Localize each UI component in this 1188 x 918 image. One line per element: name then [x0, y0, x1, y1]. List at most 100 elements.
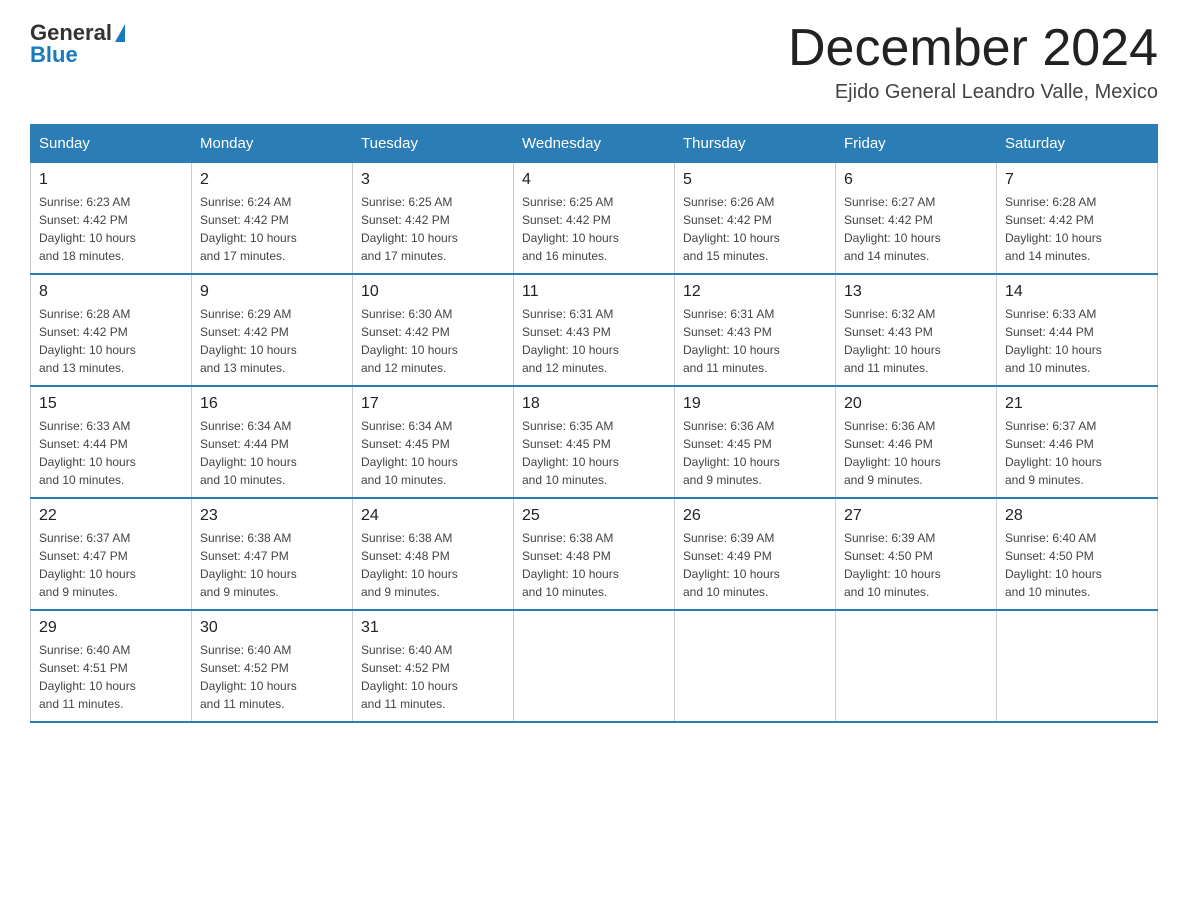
col-sunday: Sunday — [31, 125, 192, 163]
day-info: Sunrise: 6:38 AM Sunset: 4:48 PM Dayligh… — [361, 529, 505, 601]
table-row: 31 Sunrise: 6:40 AM Sunset: 4:52 PM Dayl… — [353, 610, 514, 722]
table-row: 19 Sunrise: 6:36 AM Sunset: 4:45 PM Dayl… — [675, 386, 836, 498]
logo-blue-text: Blue — [30, 42, 78, 68]
table-row — [675, 610, 836, 722]
logo: General Blue — [30, 20, 125, 68]
table-row: 16 Sunrise: 6:34 AM Sunset: 4:44 PM Dayl… — [192, 386, 353, 498]
day-number: 27 — [844, 507, 988, 525]
table-row: 2 Sunrise: 6:24 AM Sunset: 4:42 PM Dayli… — [192, 163, 353, 275]
col-thursday: Thursday — [675, 125, 836, 163]
table-row: 1 Sunrise: 6:23 AM Sunset: 4:42 PM Dayli… — [31, 163, 192, 275]
day-number: 10 — [361, 283, 505, 301]
day-number: 23 — [200, 507, 344, 525]
day-info: Sunrise: 6:38 AM Sunset: 4:47 PM Dayligh… — [200, 529, 344, 601]
day-info: Sunrise: 6:36 AM Sunset: 4:46 PM Dayligh… — [844, 417, 988, 489]
day-number: 22 — [39, 507, 183, 525]
table-row: 14 Sunrise: 6:33 AM Sunset: 4:44 PM Dayl… — [997, 274, 1158, 386]
day-number: 14 — [1005, 283, 1149, 301]
day-number: 13 — [844, 283, 988, 301]
day-info: Sunrise: 6:28 AM Sunset: 4:42 PM Dayligh… — [39, 305, 183, 377]
table-row: 23 Sunrise: 6:38 AM Sunset: 4:47 PM Dayl… — [192, 498, 353, 610]
day-info: Sunrise: 6:40 AM Sunset: 4:52 PM Dayligh… — [200, 641, 344, 713]
day-info: Sunrise: 6:38 AM Sunset: 4:48 PM Dayligh… — [522, 529, 666, 601]
month-title: December 2024 — [788, 20, 1158, 77]
day-number: 29 — [39, 619, 183, 637]
table-row: 5 Sunrise: 6:26 AM Sunset: 4:42 PM Dayli… — [675, 163, 836, 275]
day-number: 17 — [361, 395, 505, 413]
day-info: Sunrise: 6:26 AM Sunset: 4:42 PM Dayligh… — [683, 193, 827, 265]
day-info: Sunrise: 6:32 AM Sunset: 4:43 PM Dayligh… — [844, 305, 988, 377]
table-row: 30 Sunrise: 6:40 AM Sunset: 4:52 PM Dayl… — [192, 610, 353, 722]
day-info: Sunrise: 6:27 AM Sunset: 4:42 PM Dayligh… — [844, 193, 988, 265]
table-row — [997, 610, 1158, 722]
day-info: Sunrise: 6:24 AM Sunset: 4:42 PM Dayligh… — [200, 193, 344, 265]
day-number: 4 — [522, 171, 666, 189]
table-row — [836, 610, 997, 722]
table-row: 18 Sunrise: 6:35 AM Sunset: 4:45 PM Dayl… — [514, 386, 675, 498]
table-row: 22 Sunrise: 6:37 AM Sunset: 4:47 PM Dayl… — [31, 498, 192, 610]
table-row: 28 Sunrise: 6:40 AM Sunset: 4:50 PM Dayl… — [997, 498, 1158, 610]
day-info: Sunrise: 6:23 AM Sunset: 4:42 PM Dayligh… — [39, 193, 183, 265]
calendar-table: Sunday Monday Tuesday Wednesday Thursday… — [30, 124, 1158, 723]
day-number: 12 — [683, 283, 827, 301]
table-row — [514, 610, 675, 722]
day-number: 31 — [361, 619, 505, 637]
day-info: Sunrise: 6:25 AM Sunset: 4:42 PM Dayligh… — [361, 193, 505, 265]
col-monday: Monday — [192, 125, 353, 163]
day-info: Sunrise: 6:30 AM Sunset: 4:42 PM Dayligh… — [361, 305, 505, 377]
day-number: 20 — [844, 395, 988, 413]
col-wednesday: Wednesday — [514, 125, 675, 163]
table-row: 17 Sunrise: 6:34 AM Sunset: 4:45 PM Dayl… — [353, 386, 514, 498]
day-info: Sunrise: 6:31 AM Sunset: 4:43 PM Dayligh… — [522, 305, 666, 377]
day-info: Sunrise: 6:31 AM Sunset: 4:43 PM Dayligh… — [683, 305, 827, 377]
day-number: 25 — [522, 507, 666, 525]
day-info: Sunrise: 6:39 AM Sunset: 4:49 PM Dayligh… — [683, 529, 827, 601]
day-info: Sunrise: 6:25 AM Sunset: 4:42 PM Dayligh… — [522, 193, 666, 265]
day-number: 8 — [39, 283, 183, 301]
table-row: 27 Sunrise: 6:39 AM Sunset: 4:50 PM Dayl… — [836, 498, 997, 610]
title-block: December 2024 Ejido General Leandro Vall… — [788, 20, 1158, 104]
calendar-row: 22 Sunrise: 6:37 AM Sunset: 4:47 PM Dayl… — [31, 498, 1158, 610]
table-row: 25 Sunrise: 6:38 AM Sunset: 4:48 PM Dayl… — [514, 498, 675, 610]
day-info: Sunrise: 6:36 AM Sunset: 4:45 PM Dayligh… — [683, 417, 827, 489]
day-number: 15 — [39, 395, 183, 413]
day-info: Sunrise: 6:29 AM Sunset: 4:42 PM Dayligh… — [200, 305, 344, 377]
day-info: Sunrise: 6:28 AM Sunset: 4:42 PM Dayligh… — [1005, 193, 1149, 265]
day-info: Sunrise: 6:39 AM Sunset: 4:50 PM Dayligh… — [844, 529, 988, 601]
col-tuesday: Tuesday — [353, 125, 514, 163]
table-row: 9 Sunrise: 6:29 AM Sunset: 4:42 PM Dayli… — [192, 274, 353, 386]
day-info: Sunrise: 6:34 AM Sunset: 4:44 PM Dayligh… — [200, 417, 344, 489]
table-row: 15 Sunrise: 6:33 AM Sunset: 4:44 PM Dayl… — [31, 386, 192, 498]
day-number: 16 — [200, 395, 344, 413]
calendar-row: 8 Sunrise: 6:28 AM Sunset: 4:42 PM Dayli… — [31, 274, 1158, 386]
table-row: 12 Sunrise: 6:31 AM Sunset: 4:43 PM Dayl… — [675, 274, 836, 386]
day-number: 2 — [200, 171, 344, 189]
table-row: 20 Sunrise: 6:36 AM Sunset: 4:46 PM Dayl… — [836, 386, 997, 498]
table-row: 21 Sunrise: 6:37 AM Sunset: 4:46 PM Dayl… — [997, 386, 1158, 498]
header-row: Sunday Monday Tuesday Wednesday Thursday… — [31, 125, 1158, 163]
day-info: Sunrise: 6:37 AM Sunset: 4:46 PM Dayligh… — [1005, 417, 1149, 489]
day-info: Sunrise: 6:40 AM Sunset: 4:51 PM Dayligh… — [39, 641, 183, 713]
table-row: 24 Sunrise: 6:38 AM Sunset: 4:48 PM Dayl… — [353, 498, 514, 610]
location-title: Ejido General Leandro Valle, Mexico — [788, 81, 1158, 104]
table-row: 11 Sunrise: 6:31 AM Sunset: 4:43 PM Dayl… — [514, 274, 675, 386]
calendar-row: 1 Sunrise: 6:23 AM Sunset: 4:42 PM Dayli… — [31, 163, 1158, 275]
table-row: 10 Sunrise: 6:30 AM Sunset: 4:42 PM Dayl… — [353, 274, 514, 386]
table-row: 4 Sunrise: 6:25 AM Sunset: 4:42 PM Dayli… — [514, 163, 675, 275]
day-number: 6 — [844, 171, 988, 189]
day-info: Sunrise: 6:40 AM Sunset: 4:50 PM Dayligh… — [1005, 529, 1149, 601]
table-row: 3 Sunrise: 6:25 AM Sunset: 4:42 PM Dayli… — [353, 163, 514, 275]
day-number: 21 — [1005, 395, 1149, 413]
day-number: 28 — [1005, 507, 1149, 525]
day-info: Sunrise: 6:33 AM Sunset: 4:44 PM Dayligh… — [39, 417, 183, 489]
col-saturday: Saturday — [997, 125, 1158, 163]
logo-triangle-icon — [115, 24, 125, 42]
day-info: Sunrise: 6:40 AM Sunset: 4:52 PM Dayligh… — [361, 641, 505, 713]
table-row: 7 Sunrise: 6:28 AM Sunset: 4:42 PM Dayli… — [997, 163, 1158, 275]
day-number: 7 — [1005, 171, 1149, 189]
day-number: 18 — [522, 395, 666, 413]
day-info: Sunrise: 6:35 AM Sunset: 4:45 PM Dayligh… — [522, 417, 666, 489]
calendar-row: 29 Sunrise: 6:40 AM Sunset: 4:51 PM Dayl… — [31, 610, 1158, 722]
day-number: 26 — [683, 507, 827, 525]
table-row: 8 Sunrise: 6:28 AM Sunset: 4:42 PM Dayli… — [31, 274, 192, 386]
